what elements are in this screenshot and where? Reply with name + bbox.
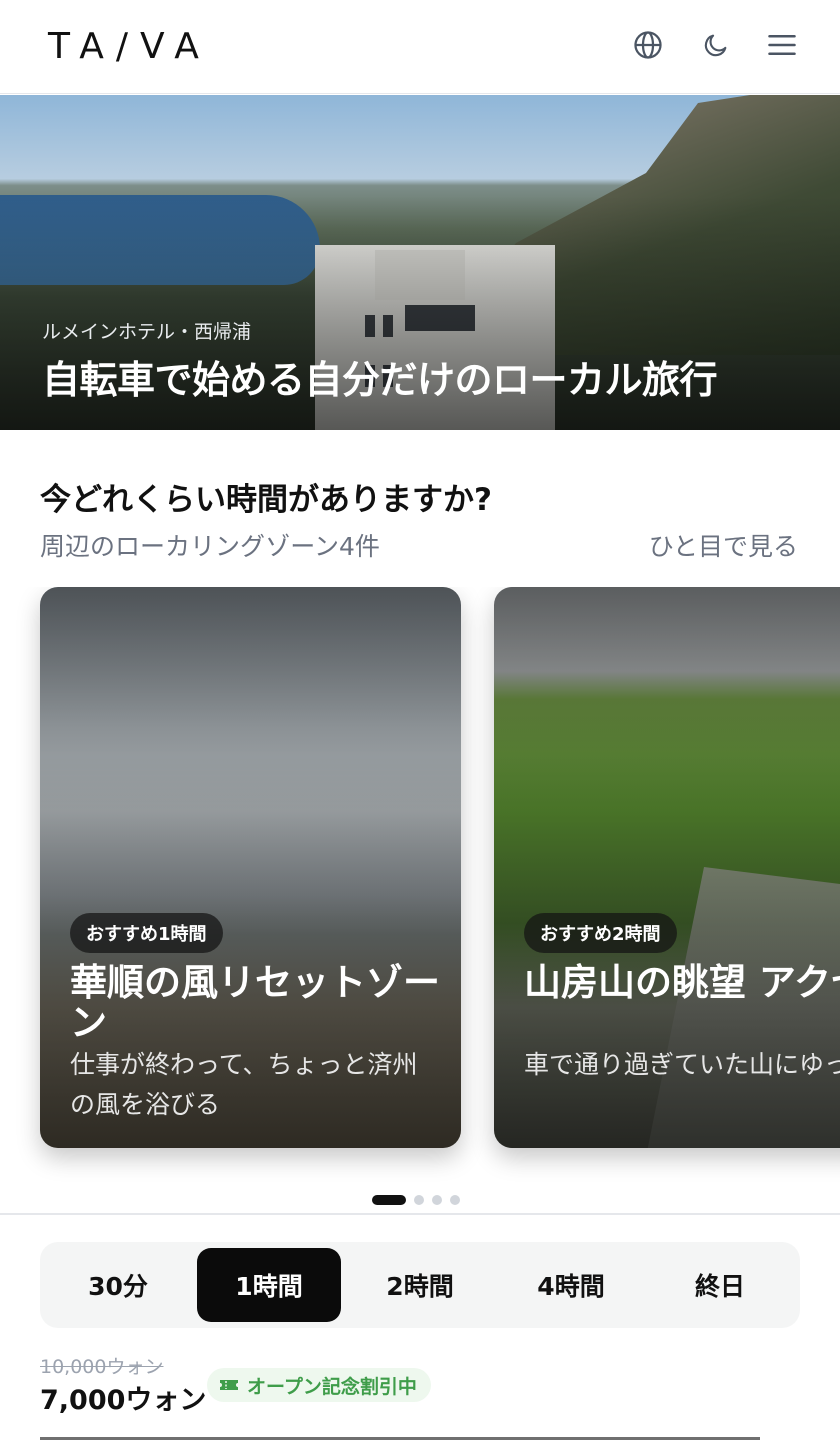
duration-option-1hour[interactable]: 1時間 (197, 1248, 341, 1322)
pagination-dot[interactable] (432, 1195, 442, 1205)
divider (0, 1213, 840, 1215)
current-price: 7,000ウォン (40, 1385, 207, 1416)
zone-card[interactable]: おすすめ2時間 山房山の眺望 アクセスゾーン 車で通り過ぎていた山にゆっくりと向… (494, 587, 840, 1148)
pagination-dot[interactable] (414, 1195, 424, 1205)
recommended-time-badge: おすすめ2時間 (524, 913, 677, 953)
logo[interactable]: TA/VA (48, 25, 211, 67)
promo-badge: オープン記念割引中 (207, 1368, 431, 1402)
zone-card-title: 華順の風リセットゾーン (70, 961, 440, 1044)
original-price: 10,000ウォン (40, 1356, 164, 1378)
section-subtitle: 周辺のローカリングゾーン4件 (40, 532, 380, 561)
hero-banner[interactable]: ルメインホテル・西帰浦 自転車で始める自分だけのローカル旅行 (0, 95, 840, 430)
app-header: TA/VA (0, 0, 840, 94)
promo-label: オープン記念割引中 (247, 1375, 417, 1398)
logo-text: TA/VA (48, 25, 211, 67)
hero-title: 自転車で始める自分だけのローカル旅行 (42, 358, 718, 402)
hero-subtitle: ルメインホテル・西帰浦 (42, 321, 252, 343)
pagination-dot-active[interactable] (372, 1195, 406, 1205)
ticket-icon (220, 1380, 238, 1390)
duration-option-allday[interactable]: 終日 (648, 1248, 792, 1322)
duration-option-2hours[interactable]: 2時間 (348, 1248, 492, 1322)
pagination-dot[interactable] (450, 1195, 460, 1205)
view-all-link[interactable]: ひと目で見る (649, 527, 798, 563)
menu-icon[interactable] (764, 27, 800, 63)
duration-option-30min[interactable]: 30分 (46, 1248, 190, 1322)
moon-icon[interactable] (698, 27, 734, 63)
carousel-pagination (372, 1194, 460, 1206)
zone-card[interactable]: おすすめ1時間 華順の風リセットゾーン 仕事が終わって、ちょっと済州の風を浴びる (40, 587, 461, 1148)
zone-card-description: 仕事が終わって、ちょっと済州の風を浴びる (70, 1050, 418, 1119)
recommended-time-badge: おすすめ1時間 (70, 913, 223, 953)
globe-icon[interactable] (630, 27, 666, 63)
duration-selector: 30分 1時間 2時間 4時間 終日 (40, 1242, 800, 1328)
zone-card-title: 山房山の眺望 アクセスゾーン (524, 961, 840, 1004)
section-title: 今どれくらい時間がありますか? (40, 482, 492, 518)
zone-card-description: 車で通り過ぎていた山にゆっくりと向き合う (524, 1050, 840, 1079)
zone-carousel[interactable]: おすすめ1時間 華順の風リセットゾーン 仕事が終わって、ちょっと済州の風を浴びる… (0, 587, 840, 1187)
duration-option-4hours[interactable]: 4時間 (499, 1248, 643, 1322)
